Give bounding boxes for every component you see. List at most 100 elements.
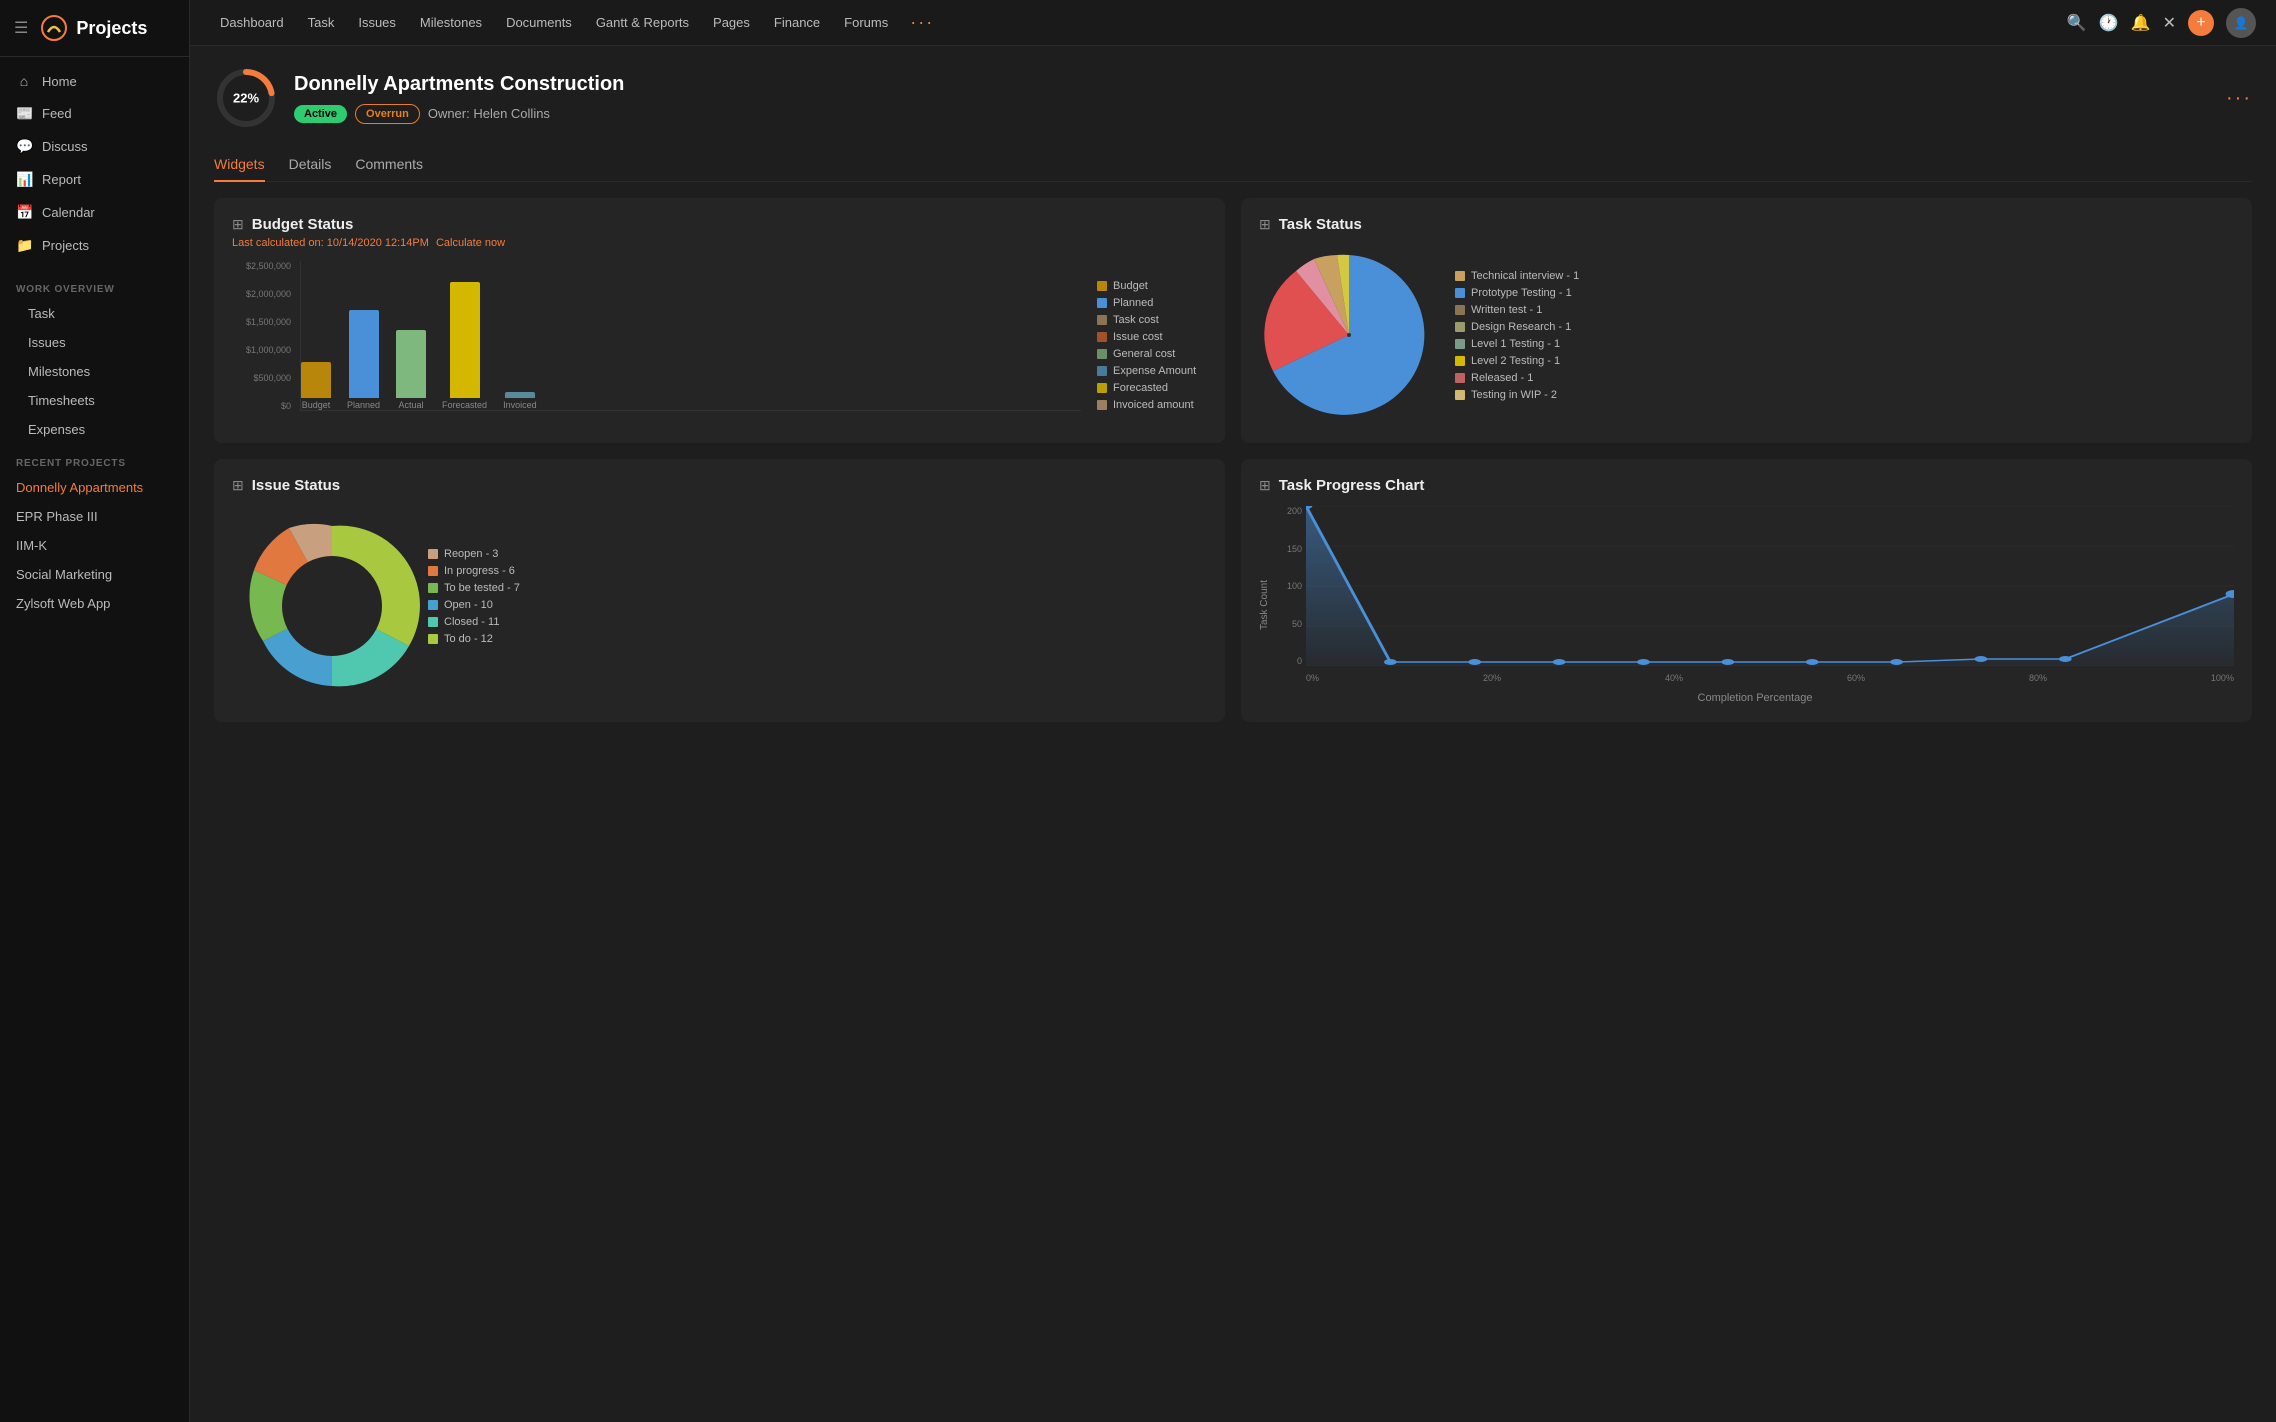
hamburger-icon[interactable]: ☰ bbox=[14, 18, 28, 38]
area-chart-svg bbox=[1306, 506, 2234, 666]
topnav: Dashboard Task Issues Milestones Documen… bbox=[190, 0, 2276, 46]
issue-grid-icon: ⊞ bbox=[232, 477, 244, 494]
sidebar-item-feed[interactable]: 📰 Feed bbox=[0, 97, 189, 130]
nav-issues[interactable]: Issues bbox=[348, 9, 406, 36]
add-button[interactable]: + bbox=[2188, 10, 2214, 36]
budget-status-widget: ⊞ Budget Status Last calculated on: 10/1… bbox=[214, 198, 1225, 443]
budget-widget-subtitle: Last calculated on: 10/14/2020 12:14PM C… bbox=[232, 237, 1207, 249]
tabs: Widgets Details Comments bbox=[214, 148, 2252, 182]
sidebar-logo bbox=[40, 14, 68, 42]
task-progress-widget: ⊞ Task Progress Chart Task Count 200 bbox=[1241, 459, 2252, 722]
recent-item-social[interactable]: Social Marketing bbox=[0, 560, 189, 589]
sidebar-item-home[interactable]: ⌂ Home bbox=[0, 65, 189, 97]
calculate-now-link[interactable]: Calculate now bbox=[436, 237, 505, 249]
sidebar-item-feed-label: Feed bbox=[42, 106, 72, 121]
sidebar: ☰ Projects ⌂ Home 📰 Feed 💬 Discuss 📊 Rep… bbox=[0, 0, 190, 1422]
progress-grid-icon: ⊞ bbox=[1259, 477, 1271, 494]
issue-widget-header: ⊞ Issue Status bbox=[232, 477, 1207, 494]
feed-icon: 📰 bbox=[16, 105, 32, 122]
main-area: Dashboard Task Issues Milestones Documen… bbox=[190, 0, 2276, 1422]
issue-status-area: Reopen - 3 In progress - 6 To be tested … bbox=[232, 506, 1207, 686]
tab-details[interactable]: Details bbox=[289, 148, 332, 182]
task-grid-icon: ⊞ bbox=[1259, 216, 1271, 233]
clock-icon[interactable]: 🕐 bbox=[2099, 13, 2119, 33]
nav-forums[interactable]: Forums bbox=[834, 9, 898, 36]
sidebar-item-milestones[interactable]: Milestones bbox=[0, 357, 189, 386]
nav-gantt[interactable]: Gantt & Reports bbox=[586, 9, 699, 36]
tab-widgets[interactable]: Widgets bbox=[214, 148, 265, 182]
sidebar-item-report[interactable]: 📊 Report bbox=[0, 163, 189, 196]
close-icon[interactable]: ✕ bbox=[2163, 13, 2176, 33]
budget-chart-area: $2,500,000 $2,000,000 $1,500,000 $1,000,… bbox=[232, 261, 1207, 411]
work-overview-label: WORK OVERVIEW bbox=[0, 270, 189, 299]
nav-task[interactable]: Task bbox=[298, 9, 345, 36]
recent-iimk-label: IIM-K bbox=[16, 538, 47, 553]
sidebar-item-report-label: Report bbox=[42, 172, 81, 187]
task-widget-title: Task Status bbox=[1279, 216, 1362, 233]
progress-y-label: Task Count bbox=[1259, 580, 1270, 630]
budget-grid-icon: ⊞ bbox=[232, 216, 244, 233]
issue-donut-chart bbox=[232, 506, 412, 686]
topnav-right: 🔍 🕐 🔔 ✕ + 👤 bbox=[2067, 8, 2256, 38]
sidebar-item-calendar[interactable]: 📅 Calendar bbox=[0, 196, 189, 229]
sidebar-item-projects[interactable]: 📁 Projects bbox=[0, 229, 189, 262]
sidebar-item-discuss[interactable]: 💬 Discuss bbox=[0, 130, 189, 163]
sidebar-item-issues[interactable]: Issues bbox=[0, 328, 189, 357]
home-icon: ⌂ bbox=[16, 73, 32, 89]
tab-comments[interactable]: Comments bbox=[355, 148, 423, 182]
budget-legend: Budget Planned Task cost Issue cost Gene… bbox=[1097, 280, 1207, 411]
progress-widget-header: ⊞ Task Progress Chart bbox=[1259, 477, 2234, 494]
issue-widget-title: Issue Status bbox=[252, 477, 340, 494]
recent-social-label: Social Marketing bbox=[16, 567, 112, 582]
sidebar-header: ☰ Projects bbox=[0, 0, 189, 57]
nav-pages[interactable]: Pages bbox=[703, 9, 760, 36]
project-name: Donnelly Apartments Construction bbox=[294, 73, 2210, 96]
bell-icon[interactable]: 🔔 bbox=[2131, 13, 2151, 33]
nav-dashboard[interactable]: Dashboard bbox=[210, 9, 294, 36]
progress-x-label: Completion Percentage bbox=[1698, 692, 1813, 704]
recent-item-iimk[interactable]: IIM-K bbox=[0, 531, 189, 560]
sidebar-item-calendar-label: Calendar bbox=[42, 205, 95, 220]
recent-donnelly-label: Donnelly Appartments bbox=[16, 480, 143, 495]
task-pie-legend: Technical interview - 1 Prototype Testin… bbox=[1455, 270, 1579, 401]
sidebar-item-timesheets[interactable]: Timesheets bbox=[0, 386, 189, 415]
report-icon: 📊 bbox=[16, 171, 32, 188]
projects-icon: 📁 bbox=[16, 237, 32, 254]
nav-finance[interactable]: Finance bbox=[764, 9, 830, 36]
widgets-grid: ⊞ Budget Status Last calculated on: 10/1… bbox=[214, 198, 2252, 722]
recent-item-donnelly[interactable]: Donnelly Appartments bbox=[0, 473, 189, 502]
sidebar-item-home-label: Home bbox=[42, 74, 77, 89]
status-active-badge: Active bbox=[294, 105, 347, 123]
project-menu-icon[interactable]: ··· bbox=[2226, 87, 2252, 110]
sidebar-expenses-label: Expenses bbox=[28, 422, 85, 437]
task-status-widget: ⊞ Task Status bbox=[1241, 198, 2252, 443]
sidebar-item-projects-label: Projects bbox=[42, 238, 89, 253]
sidebar-item-task[interactable]: Task bbox=[0, 299, 189, 328]
recent-projects-label: RECENT PROJECTS bbox=[0, 444, 189, 473]
progress-circle: 22% bbox=[214, 66, 278, 130]
avatar[interactable]: 👤 bbox=[2226, 8, 2256, 38]
status-overrun-badge: Overrun bbox=[355, 104, 420, 124]
search-icon[interactable]: 🔍 bbox=[2067, 13, 2087, 33]
budget-widget-title: Budget Status bbox=[252, 216, 354, 233]
issue-status-widget: ⊞ Issue Status bbox=[214, 459, 1225, 722]
recent-item-epr[interactable]: EPR Phase III bbox=[0, 502, 189, 531]
recent-item-zylsoft[interactable]: Zylsoft Web App bbox=[0, 589, 189, 618]
sidebar-timesheets-label: Timesheets bbox=[28, 393, 95, 408]
sidebar-issues-label: Issues bbox=[28, 335, 66, 350]
task-status-area: Technical interview - 1 Prototype Testin… bbox=[1259, 245, 2234, 425]
progress-label: 22% bbox=[233, 91, 259, 106]
budget-widget-header: ⊞ Budget Status bbox=[232, 216, 1207, 233]
sidebar-nav: ⌂ Home 📰 Feed 💬 Discuss 📊 Report 📅 Calen… bbox=[0, 57, 189, 270]
sidebar-item-expenses[interactable]: Expenses bbox=[0, 415, 189, 444]
nav-more-icon[interactable]: ··· bbox=[902, 12, 942, 33]
project-owner: Owner: Helen Collins bbox=[428, 106, 550, 121]
sidebar-milestones-label: Milestones bbox=[28, 364, 90, 379]
sidebar-task-label: Task bbox=[28, 306, 55, 321]
progress-area-chart: 200 150 100 50 0 bbox=[1276, 506, 2234, 704]
discuss-icon: 💬 bbox=[16, 138, 32, 155]
nav-milestones[interactable]: Milestones bbox=[410, 9, 492, 36]
nav-documents[interactable]: Documents bbox=[496, 9, 582, 36]
project-header: 22% Donnelly Apartments Construction Act… bbox=[214, 66, 2252, 130]
budget-bar-chart: $2,500,000 $2,000,000 $1,500,000 $1,000,… bbox=[232, 261, 1081, 411]
